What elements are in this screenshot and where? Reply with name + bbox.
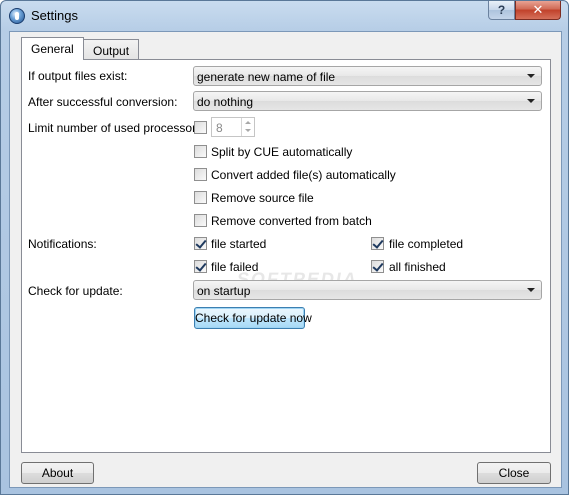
tab-general[interactable]: General xyxy=(21,37,84,60)
remove-converted-checkbox[interactable] xyxy=(194,214,207,227)
tab-output[interactable]: Output xyxy=(83,39,140,60)
output-exists-select[interactable]: generate new name of file xyxy=(193,66,542,86)
file-completed-checkbox[interactable] xyxy=(371,237,384,250)
split-cue-checkbox[interactable] xyxy=(194,145,207,158)
file-failed-checkbox[interactable] xyxy=(194,260,207,273)
title-bar[interactable]: Settings ? ✕ xyxy=(1,1,568,31)
check-update-select[interactable]: on startup xyxy=(193,280,542,300)
settings-window: Settings ? ✕ General Output SOFTPEDIA If… xyxy=(0,0,569,495)
file-failed-label[interactable]: file failed xyxy=(211,260,258,274)
spin-down-icon xyxy=(245,129,251,132)
notifications-label: Notifications: xyxy=(28,237,97,251)
convert-added-checkbox[interactable] xyxy=(194,168,207,181)
output-exists-value: generate new name of file xyxy=(197,70,336,84)
about-button[interactable]: About xyxy=(21,462,94,484)
file-completed-label[interactable]: file completed xyxy=(389,237,463,251)
window-title: Settings xyxy=(31,8,78,23)
processors-count: 8 xyxy=(216,121,223,135)
check-update-now-button[interactable]: Check for update now xyxy=(194,307,312,329)
spin-buttons[interactable] xyxy=(241,118,254,136)
processors-spinbox[interactable]: 8 xyxy=(211,117,255,137)
help-button[interactable]: ? xyxy=(488,1,515,20)
split-cue-label[interactable]: Split by CUE automatically xyxy=(211,145,352,159)
check-update-value: on startup xyxy=(197,284,251,298)
after-conversion-label: After successful conversion: xyxy=(28,95,178,109)
file-started-label[interactable]: file started xyxy=(211,237,266,251)
convert-added-label[interactable]: Convert added file(s) automatically xyxy=(211,168,396,182)
after-conversion-select[interactable]: do nothing xyxy=(193,91,542,111)
dialog-body: General Output SOFTPEDIA If output files… xyxy=(9,31,562,488)
app-logo-icon xyxy=(9,8,25,24)
limit-processors-label: Limit number of used processors: xyxy=(28,121,206,135)
chevron-down-icon xyxy=(527,288,535,292)
after-conversion-value: do nothing xyxy=(197,95,254,109)
limit-processors-checkbox[interactable] xyxy=(194,121,207,134)
remove-source-label[interactable]: Remove source file xyxy=(211,191,314,205)
remove-source-checkbox[interactable] xyxy=(194,191,207,204)
all-finished-checkbox[interactable] xyxy=(371,260,384,273)
spin-up-icon xyxy=(245,121,251,124)
remove-converted-label[interactable]: Remove converted from batch xyxy=(211,214,372,228)
all-finished-label[interactable]: all finished xyxy=(389,260,446,274)
check-update-label: Check for update: xyxy=(28,284,123,298)
output-exists-label: If output files exist: xyxy=(28,69,128,83)
chevron-down-icon xyxy=(527,99,535,103)
close-button[interactable]: Close xyxy=(477,462,551,484)
chevron-down-icon xyxy=(527,74,535,78)
file-started-checkbox[interactable] xyxy=(194,237,207,250)
general-tab-panel: SOFTPEDIA If output files exist: generat… xyxy=(21,59,551,453)
window-close-button[interactable]: ✕ xyxy=(515,1,561,20)
